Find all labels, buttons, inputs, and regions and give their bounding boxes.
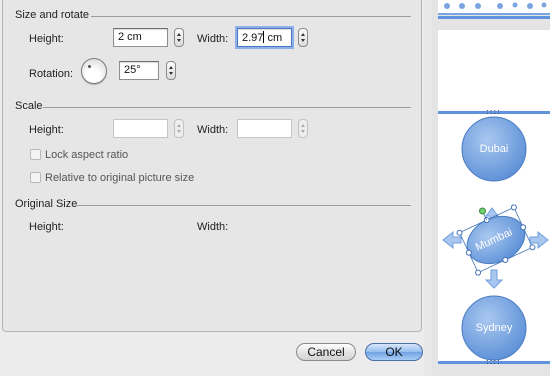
lock-aspect-checkbox[interactable] xyxy=(30,149,41,160)
width-value-part1: 2.97 xyxy=(242,32,264,44)
slide-separator-top xyxy=(438,16,550,19)
scale-height-stepper[interactable] xyxy=(174,119,184,138)
scale-title: Scale xyxy=(15,100,43,112)
original-width-label: Width: xyxy=(197,221,229,233)
scale-width-stepper[interactable] xyxy=(298,119,308,138)
size-panel: Size and rotate Height: 2 cm Width: 2.97… xyxy=(2,0,422,332)
rotation-field[interactable]: 25° xyxy=(119,61,159,80)
rotation-stepper[interactable] xyxy=(166,61,176,80)
format-picture-dialog: Size and rotate Height: 2 cm Width: 2.97… xyxy=(0,0,424,376)
rotation-dial-indicator xyxy=(88,65,91,68)
scale-width-label: Width: xyxy=(197,124,229,136)
height-stepper[interactable] xyxy=(174,28,184,47)
original-height-label: Height: xyxy=(29,221,64,233)
sydney-label: Sydney xyxy=(475,322,513,334)
previous-slide-shapes xyxy=(444,2,547,9)
height-label: Height: xyxy=(29,33,64,45)
slide-diagram xyxy=(442,116,549,361)
size-rotate-title: Size and rotate xyxy=(15,9,89,21)
width-stepper[interactable] xyxy=(298,28,308,47)
relative-size-label: Relative to original picture size xyxy=(45,172,195,184)
width-value-part2: cm xyxy=(264,32,283,44)
scale-divider xyxy=(43,107,411,108)
original-size-title: Original Size xyxy=(15,198,78,210)
ok-button[interactable]: OK xyxy=(365,343,423,361)
slide-thumbnail-previous[interactable] xyxy=(438,0,550,15)
size-rotate-divider xyxy=(91,16,411,17)
original-size-divider xyxy=(77,205,411,206)
lock-aspect-label: Lock aspect ratio xyxy=(45,149,129,161)
rotation-dial[interactable] xyxy=(81,58,107,84)
slide-thumbnail-pane: Dubai Mumbai Sydney :::: :::: xyxy=(432,0,550,376)
relative-size-checkbox[interactable] xyxy=(30,172,41,183)
slide-separator-mid: :::: xyxy=(438,107,550,116)
width-label: Width: xyxy=(197,33,229,45)
scale-height-label: Height: xyxy=(29,124,64,136)
rotation-label: Rotation: xyxy=(29,68,74,80)
slide-separator-bottom: :::: xyxy=(438,357,550,366)
scale-width-field[interactable] xyxy=(237,119,292,138)
cancel-button[interactable]: Cancel xyxy=(296,343,356,361)
height-field[interactable]: 2 cm xyxy=(113,28,168,47)
dubai-label: Dubai xyxy=(479,143,509,155)
width-field[interactable]: 2.97 cm xyxy=(237,28,292,47)
slide-thumbnail-current[interactable]: Dubai Mumbai Sydney xyxy=(438,30,550,364)
scale-height-field[interactable] xyxy=(113,119,168,138)
